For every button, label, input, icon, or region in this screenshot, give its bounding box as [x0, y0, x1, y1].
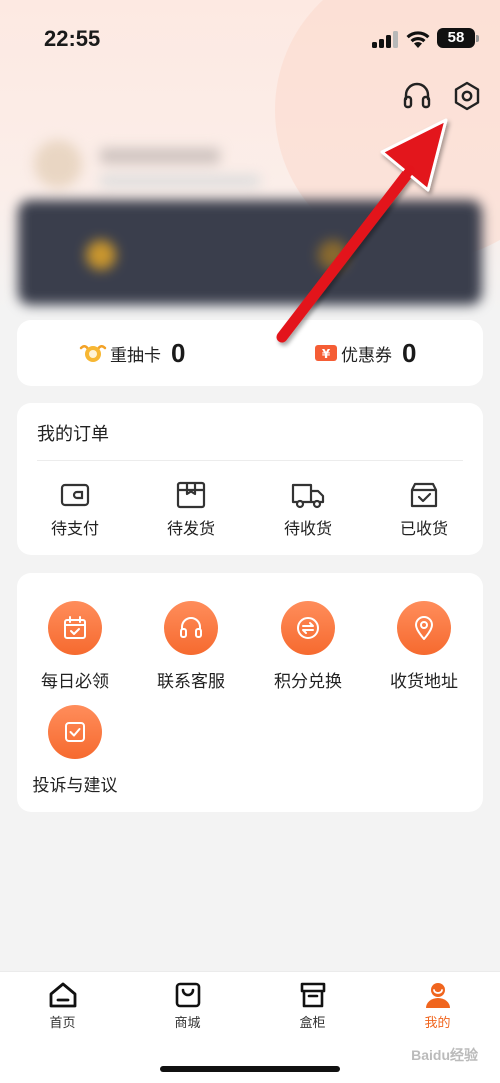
annotation-arrow [276, 118, 448, 343]
watermark: Baidu经验 [411, 1047, 478, 1063]
